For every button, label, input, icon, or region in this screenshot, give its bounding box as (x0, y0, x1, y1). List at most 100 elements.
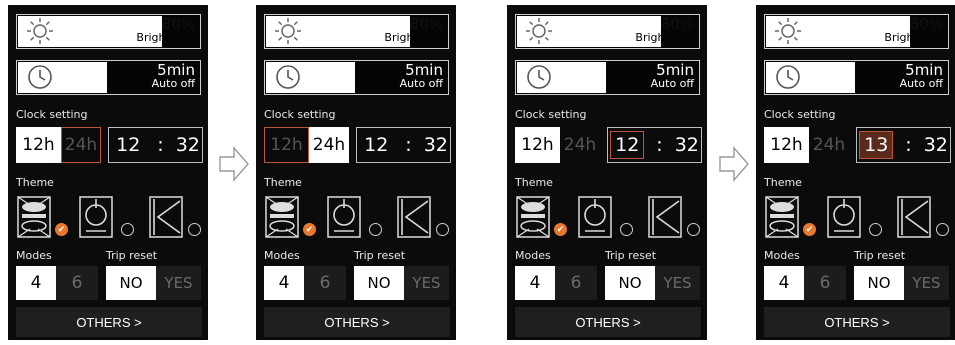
modes-4-button[interactable]: 4 (16, 266, 56, 300)
trip-reset-no-button[interactable]: NO (605, 266, 655, 300)
format-24h-button[interactable]: 24h (560, 127, 600, 163)
format-24h-button[interactable]: 24h (809, 127, 849, 163)
theme-stack-icon[interactable] (515, 195, 551, 239)
theme-2-radio[interactable] (869, 223, 882, 236)
next-arrow-icon (719, 146, 749, 182)
brightness-value: 80% (409, 15, 443, 33)
auto-off-slider[interactable]: 5min Auto off (16, 60, 201, 95)
others-button[interactable]: OTHERS > (16, 307, 202, 337)
trip-reset-label: Trip reset (354, 249, 406, 262)
time-separator: : (905, 134, 912, 156)
trip-reset-yes-button[interactable]: YES (904, 266, 949, 300)
theme-1-check-icon[interactable]: ✔ (554, 223, 567, 236)
theme-chevron-icon[interactable] (396, 195, 432, 239)
clock-setting-label: Clock setting (264, 108, 336, 121)
theme-1-check-icon[interactable]: ✔ (303, 223, 316, 236)
brightness-label: Brightness (884, 31, 943, 44)
auto-off-value: 5min (656, 61, 694, 79)
others-button[interactable]: OTHERS > (764, 307, 950, 337)
sun-icon (775, 18, 801, 44)
theme-stack-icon[interactable] (764, 195, 800, 239)
trip-reset-yes-button[interactable]: YES (655, 266, 700, 300)
modes-4-button[interactable]: 4 (264, 266, 304, 300)
time-display: 13 : 32 (856, 127, 951, 163)
trip-reset-label: Trip reset (106, 249, 158, 262)
theme-chevron-icon[interactable] (148, 195, 184, 239)
auto-off-slider[interactable]: 5min Auto off (764, 60, 949, 95)
theme-2-radio[interactable] (620, 223, 633, 236)
theme-1-check-icon[interactable]: ✔ (803, 223, 816, 236)
format-12h-button[interactable]: 12h (264, 127, 309, 163)
format-24h-button[interactable]: 24h (61, 127, 101, 163)
time-separator: : (405, 134, 412, 156)
modes-label: Modes (264, 249, 300, 262)
minute-field[interactable]: 32 (176, 134, 200, 156)
theme-stack-icon[interactable] (264, 195, 300, 239)
trip-reset-label: Trip reset (854, 249, 906, 262)
theme-3-radio[interactable] (936, 223, 949, 236)
theme-chevron-icon[interactable] (896, 195, 932, 239)
modes-6-button[interactable]: 6 (555, 266, 597, 300)
minute-field[interactable]: 32 (675, 134, 699, 156)
brightness-label: Brightness (635, 31, 694, 44)
trip-reset-yes-button[interactable]: YES (404, 266, 449, 300)
brightness-slider[interactable]: 80% Brightness (264, 14, 449, 49)
theme-dial-icon[interactable] (326, 195, 362, 239)
modes-6-button[interactable]: 6 (804, 266, 846, 300)
others-button[interactable]: OTHERS > (515, 307, 701, 337)
theme-2-radio[interactable] (369, 223, 382, 236)
time-display: 12 : 32 (607, 127, 702, 163)
auto-off-label: Auto off (151, 77, 195, 90)
modes-6-button[interactable]: 6 (56, 266, 98, 300)
others-button[interactable]: OTHERS > (264, 307, 450, 337)
clock-setting-label: Clock setting (16, 108, 88, 121)
modes-4-button[interactable]: 4 (515, 266, 555, 300)
trip-reset-no-button[interactable]: NO (106, 266, 156, 300)
hour-field[interactable]: 12 (359, 131, 393, 159)
format-12h-button[interactable]: 12h (515, 127, 560, 163)
clock-icon (276, 65, 300, 89)
trip-reset-no-button[interactable]: NO (354, 266, 404, 300)
brightness-slider[interactable]: 80% Brightness (16, 14, 201, 49)
theme-dial-icon[interactable] (78, 195, 114, 239)
format-12h-button[interactable]: 12h (764, 127, 809, 163)
theme-3-radio[interactable] (687, 223, 700, 236)
hour-field[interactable]: 12 (610, 131, 645, 159)
modes-6-button[interactable]: 6 (304, 266, 346, 300)
auto-off-slider[interactable]: 5min Auto off (264, 60, 449, 95)
trip-reset-yes-button[interactable]: YES (156, 266, 201, 300)
theme-3-radio[interactable] (188, 223, 201, 236)
brightness-label: Brightness (136, 31, 195, 44)
minute-field[interactable]: 32 (424, 134, 448, 156)
brightness-slider[interactable]: 80% Brightness (764, 14, 949, 49)
brightness-slider[interactable]: 80% Brightness (515, 14, 700, 49)
auto-off-label: Auto off (399, 77, 443, 90)
theme-dial-icon[interactable] (826, 195, 862, 239)
modes-4-button[interactable]: 4 (764, 266, 804, 300)
format-12h-button[interactable]: 12h (16, 127, 61, 163)
hour-field[interactable]: 13 (859, 131, 894, 159)
time-display: 12 : 32 (108, 127, 203, 163)
brightness-value: 80% (909, 15, 943, 33)
theme-dial-icon[interactable] (577, 195, 613, 239)
clock-icon (776, 65, 800, 89)
trip-reset-no-button[interactable]: NO (854, 266, 904, 300)
theme-1-check-icon[interactable]: ✔ (55, 223, 68, 236)
auto-off-slider[interactable]: 5min Auto off (515, 60, 700, 95)
theme-stack-icon[interactable] (16, 195, 52, 239)
sun-icon (275, 18, 301, 44)
minute-field[interactable]: 32 (924, 134, 948, 156)
settings-panel: 80% Brightness 5min Auto off Clock setti… (8, 5, 208, 340)
theme-label: Theme (515, 176, 553, 189)
hour-field[interactable]: 12 (111, 131, 145, 159)
theme-2-radio[interactable] (121, 223, 134, 236)
hour-value: 13 (864, 134, 889, 156)
settings-panel: 80% Brightness 5min Auto off Clock setti… (256, 5, 456, 340)
theme-label: Theme (264, 176, 302, 189)
clock-setting-label: Clock setting (764, 108, 836, 121)
format-24h-button[interactable]: 24h (309, 127, 349, 163)
theme-3-radio[interactable] (436, 223, 449, 236)
clock-setting-label: Clock setting (515, 108, 587, 121)
theme-chevron-icon[interactable] (647, 195, 683, 239)
time-display: 12 : 32 (356, 127, 451, 163)
